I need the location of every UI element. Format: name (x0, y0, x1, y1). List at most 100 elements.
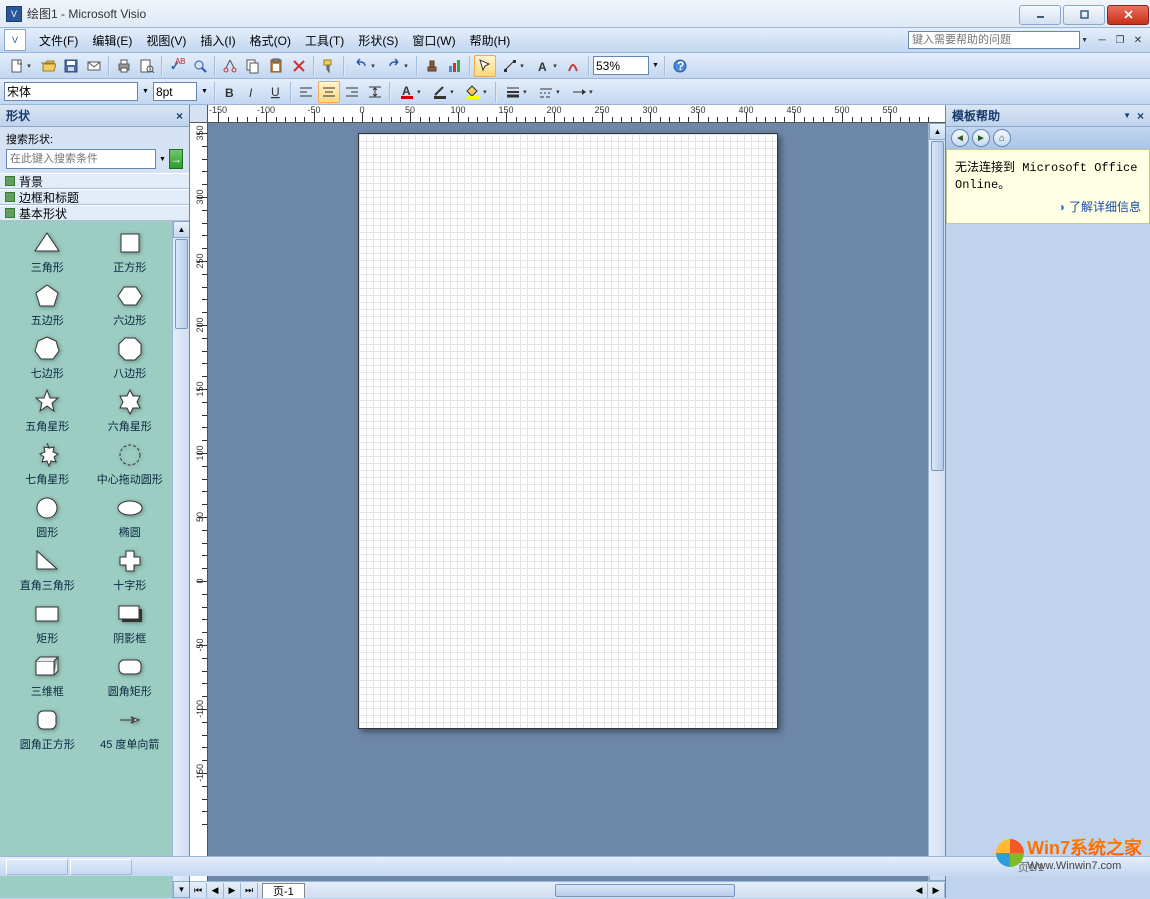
align-center-button[interactable] (318, 81, 340, 103)
shape-roundrect[interactable]: 圆角矩形 (91, 651, 170, 700)
align-right-button[interactable] (341, 81, 363, 103)
shape-square[interactable]: 正方形 (91, 227, 170, 276)
stamp-button[interactable] (421, 55, 443, 77)
pointer-tool-button[interactable] (474, 55, 496, 77)
menu-形状[interactable]: 形状(S) (351, 29, 405, 52)
search-shapes-input[interactable] (6, 149, 156, 169)
fill-color-button[interactable] (460, 81, 492, 103)
close-button[interactable] (1107, 5, 1149, 25)
bold-button[interactable] (219, 81, 241, 103)
menu-格式[interactable]: 格式(O) (243, 29, 298, 52)
shape-star6[interactable]: 六角星形 (91, 386, 170, 435)
shape-triangle[interactable]: 三角形 (8, 227, 87, 276)
shape-ellipse[interactable]: 椭圆 (91, 492, 170, 541)
redo-button[interactable] (381, 55, 413, 77)
shape-roundsq[interactable]: 圆角正方形 (8, 704, 87, 753)
help-search-input[interactable] (908, 31, 1080, 49)
mail-button[interactable] (83, 55, 105, 77)
scroll-left-icon[interactable]: ◀ (911, 883, 928, 898)
text-tool-button[interactable] (530, 55, 562, 77)
menu-工具[interactable]: 工具(T) (298, 29, 351, 52)
stencil-category[interactable]: 基本形状 (0, 205, 189, 221)
doc-restore-button[interactable]: ❐ (1112, 33, 1128, 47)
shape-heptagon[interactable]: 七边形 (8, 333, 87, 382)
shape-star7[interactable]: 七角星形 (8, 439, 87, 488)
paste-button[interactable] (265, 55, 287, 77)
shape-plus[interactable]: 十字形 (91, 545, 170, 594)
line-weight-button[interactable] (500, 81, 532, 103)
delete-button[interactable] (288, 55, 310, 77)
horizontal-ruler[interactable]: -150-100-5005010015020025030035040045050… (208, 105, 945, 123)
shape-star5[interactable]: 五角星形 (8, 386, 87, 435)
drawing-page[interactable] (358, 133, 778, 729)
new-button[interactable] (4, 55, 36, 77)
shape-arrow45[interactable]: 45 度单向箭 (91, 704, 170, 753)
menu-视图[interactable]: 视图(V) (139, 29, 193, 52)
zoom-combo[interactable] (593, 56, 649, 75)
scroll-up-icon[interactable]: ▲ (929, 123, 945, 140)
connector-tool-button[interactable] (497, 55, 529, 77)
page-tab[interactable]: 页-1 (262, 883, 305, 898)
ink-tool-button[interactable] (563, 55, 585, 77)
menu-文件[interactable]: 文件(F) (32, 29, 85, 52)
menu-帮助[interactable]: 帮助(H) (463, 29, 518, 52)
shape-pentagon[interactable]: 五边形 (8, 280, 87, 329)
maximize-button[interactable] (1063, 5, 1105, 25)
format-painter-button[interactable] (318, 55, 340, 77)
print-button[interactable] (113, 55, 135, 77)
back-button[interactable]: ◄ (951, 129, 969, 147)
shapes-scrollbar[interactable]: ▲ ▼ (172, 221, 189, 898)
shapes-pane-close-icon[interactable]: × (176, 109, 183, 123)
line-color-button[interactable] (427, 81, 459, 103)
menu-编辑[interactable]: 编辑(E) (85, 29, 139, 52)
scroll-down-icon[interactable]: ▼ (173, 881, 189, 898)
align-left-button[interactable] (295, 81, 317, 103)
font-color-button[interactable] (394, 81, 426, 103)
doc-close-button[interactable]: ✕ (1130, 33, 1146, 47)
line-pattern-button[interactable] (533, 81, 565, 103)
open-button[interactable] (37, 55, 59, 77)
home-button[interactable]: ⌂ (993, 129, 1011, 147)
research-button[interactable] (189, 55, 211, 77)
italic-button[interactable] (242, 81, 264, 103)
forward-button[interactable]: ► (972, 129, 990, 147)
help-pane-dropdown-icon[interactable]: ▼ (1123, 111, 1131, 120)
minimize-button[interactable] (1019, 5, 1061, 25)
save-button[interactable] (60, 55, 82, 77)
h-scroll-thumb[interactable] (555, 884, 735, 897)
stencil-category[interactable]: 边框和标题 (0, 189, 189, 205)
control-menu-icon[interactable]: V (4, 29, 26, 51)
first-page-button[interactable]: ⏮ (190, 883, 207, 898)
help-button[interactable] (669, 55, 691, 77)
scroll-up-icon[interactable]: ▲ (173, 221, 189, 238)
scroll-right-icon[interactable]: ▶ (928, 883, 945, 898)
font-size-combo[interactable] (153, 82, 197, 101)
cut-button[interactable] (219, 55, 241, 77)
underline-button[interactable] (265, 81, 287, 103)
chart-button[interactable] (444, 55, 466, 77)
stencil-category[interactable]: 背景 (0, 173, 189, 189)
doc-minimize-button[interactable]: ─ (1094, 33, 1110, 47)
shape-circle-dash[interactable]: 中心拖动圆形 (91, 439, 170, 488)
shape-octagon[interactable]: 八边形 (91, 333, 170, 382)
shape-rtriangle[interactable]: 直角三角形 (8, 545, 87, 594)
distribute-button[interactable] (364, 81, 386, 103)
shape-hexagon[interactable]: 六边形 (91, 280, 170, 329)
undo-button[interactable] (348, 55, 380, 77)
next-page-button[interactable]: ▶ (224, 883, 241, 898)
font-combo[interactable] (4, 82, 138, 101)
print-preview-button[interactable] (136, 55, 158, 77)
copy-button[interactable] (242, 55, 264, 77)
menu-窗口[interactable]: 窗口(W) (405, 29, 462, 52)
search-go-button[interactable]: → (169, 149, 183, 169)
menu-插入[interactable]: 插入(I) (193, 29, 242, 52)
help-pane-close-icon[interactable]: × (1137, 109, 1144, 123)
canvas-viewport[interactable] (208, 123, 928, 881)
v-scroll-thumb[interactable] (931, 141, 944, 471)
shape-shadowbox[interactable]: 阴影框 (91, 598, 170, 647)
vertical-ruler[interactable]: 350300250200150100500-50-100-150 (190, 123, 208, 881)
last-page-button[interactable]: ⏭ (241, 883, 258, 898)
vertical-scrollbar[interactable]: ▲ ▼ (928, 123, 945, 881)
shape-box3d[interactable]: 三维框 (8, 651, 87, 700)
help-details-link[interactable]: 了解详细信息 (955, 198, 1141, 215)
